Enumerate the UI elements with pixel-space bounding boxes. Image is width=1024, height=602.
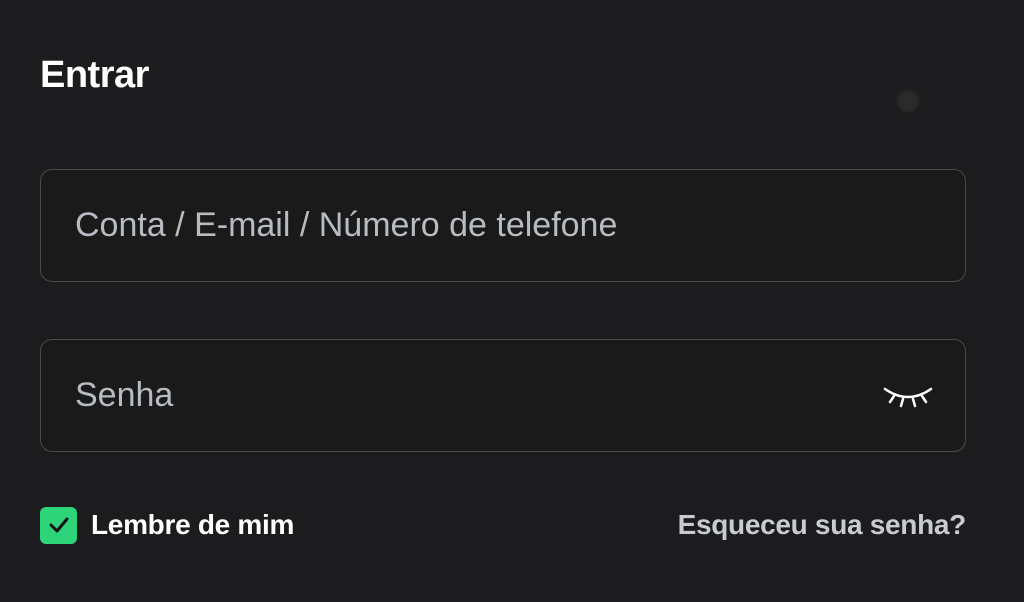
remember-me-label: Lembre de mim bbox=[91, 509, 295, 540]
account-input[interactable] bbox=[41, 170, 965, 281]
status-dot bbox=[896, 89, 920, 113]
password-field-container bbox=[40, 339, 966, 452]
account-field-container bbox=[40, 169, 966, 282]
eye-closed-icon[interactable] bbox=[879, 376, 937, 416]
remember-me-toggle[interactable]: Lembre de mim bbox=[40, 506, 295, 544]
remember-me-checkbox[interactable] bbox=[40, 506, 77, 544]
forgot-password-link[interactable]: Esqueceu sua senha? bbox=[678, 509, 967, 541]
page-title: Entrar bbox=[40, 54, 149, 96]
login-panel: Entrar Lembre de mim Esqueceu sua s bbox=[0, 0, 1024, 602]
options-row: Lembre de mim Esqueceu sua senha? bbox=[40, 505, 966, 545]
checkmark-icon bbox=[49, 517, 68, 533]
password-input[interactable] bbox=[41, 340, 879, 451]
